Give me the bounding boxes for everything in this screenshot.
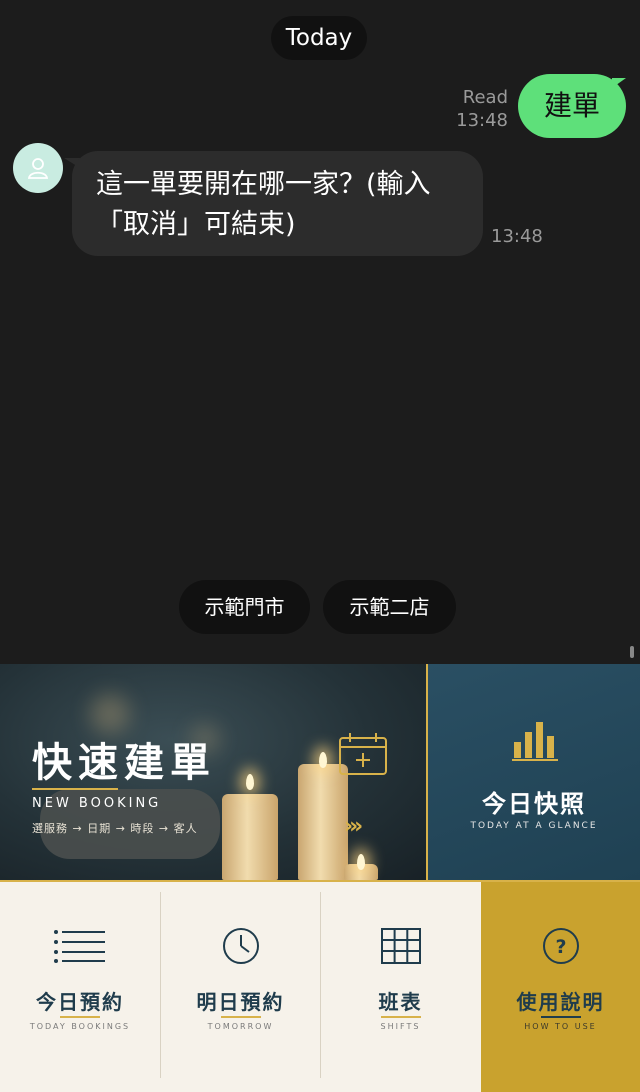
today-glance-button[interactable]: 今日快照 TODAY AT A GLANCE	[426, 664, 640, 880]
candle-flame	[246, 774, 254, 790]
rich-menu: 快速建單 NEW BOOKING 選服務 → 日期 → 時段 → 客人 ››› …	[0, 664, 640, 1092]
quick-reply-store-1[interactable]: 示範門市	[179, 580, 310, 634]
read-receipt: Read	[462, 87, 508, 108]
shifts-label: 班表	[378, 990, 423, 1014]
new-booking-button[interactable]: 快速建單 NEW BOOKING 選服務 → 日期 → 時段 → 客人 ›››	[0, 664, 426, 880]
grid-icon	[380, 928, 421, 964]
help-label: 使用說明	[516, 990, 605, 1014]
tomorrow-bookings-label: 明日預約	[196, 990, 285, 1014]
candle-flame	[319, 752, 327, 768]
quick-reply-store-2[interactable]: 示範二店	[323, 580, 456, 634]
bokeh-light	[90, 694, 130, 734]
today-glance-title: 今日快照	[482, 790, 586, 818]
candle-image	[222, 794, 278, 880]
tomorrow-bookings-button[interactable]: 明日預約 TOMORROW	[161, 882, 320, 1092]
outgoing-meta: Read 13:48	[456, 86, 508, 132]
chat-area: Today Read 13:48 建單 這一單要開在哪一家？(輸入「取消」可結束…	[0, 0, 640, 664]
date-divider: Today	[271, 16, 367, 60]
help-icon: ?	[542, 928, 579, 964]
incoming-time: 13:48	[491, 226, 543, 247]
help-sublabel: HOW TO USE	[524, 1022, 597, 1031]
scrollbar-thumb[interactable]	[630, 646, 634, 658]
arrows-icon: ›››	[344, 814, 363, 839]
new-booking-title: 快速建單	[32, 740, 216, 786]
user-icon	[27, 158, 49, 179]
today-bookings-sublabel: TODAY BOOKINGS	[29, 1022, 131, 1031]
gold-underline	[380, 1016, 421, 1018]
tomorrow-bookings-sublabel: TOMORROW	[207, 1022, 274, 1031]
gold-underline	[60, 1016, 100, 1018]
incoming-message[interactable]: 這一單要開在哪一家？(輸入「取消」可結束)	[72, 151, 483, 256]
calendar-add-icon	[339, 733, 387, 775]
svg-text:?: ?	[555, 936, 566, 958]
today-bookings-button[interactable]: 今日預約 TODAY BOOKINGS	[0, 882, 160, 1092]
shifts-button[interactable]: 班表 SHIFTS	[321, 882, 480, 1092]
today-glance-subtitle: TODAY AT A GLANCE	[470, 821, 598, 831]
outgoing-time: 13:48	[456, 110, 508, 131]
gold-rule	[32, 788, 118, 790]
bar-chart-icon	[512, 722, 558, 761]
candle-flame	[357, 854, 365, 870]
booking-steps: 選服務 → 日期 → 時段 → 客人	[32, 822, 198, 835]
navy-underline	[540, 1016, 581, 1018]
gold-underline	[220, 1016, 261, 1018]
shifts-sublabel: SHIFTS	[380, 1022, 421, 1031]
list-icon	[54, 930, 105, 963]
today-bookings-label: 今日預約	[36, 990, 124, 1014]
help-button[interactable]: ? 使用說明 HOW TO USE	[481, 882, 640, 1092]
new-booking-subtitle: NEW BOOKING	[32, 796, 162, 811]
candle-image	[298, 764, 348, 880]
bot-avatar[interactable]	[13, 143, 63, 193]
outgoing-message[interactable]: 建單	[518, 74, 626, 138]
clock-icon	[222, 928, 259, 964]
